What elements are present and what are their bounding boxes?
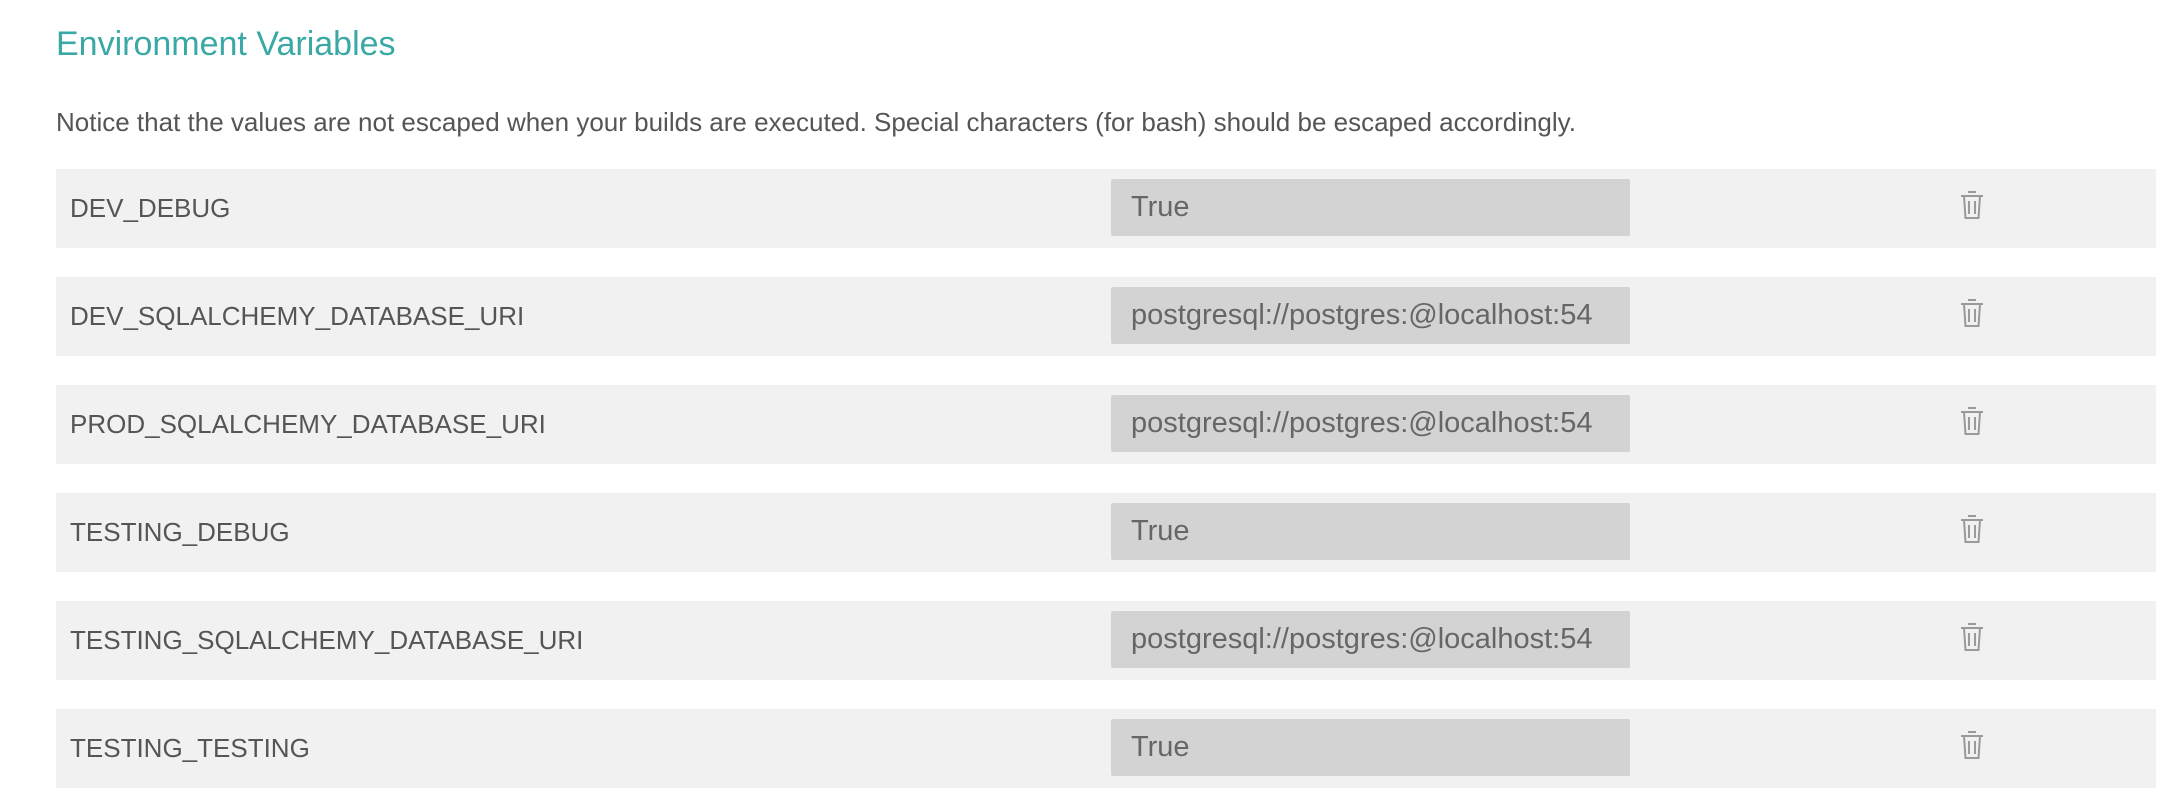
env-var-value-field[interactable]: postgresql://postgres:@localhost:54 [1111,287,1630,344]
env-var-value-field[interactable]: postgresql://postgres:@localhost:54 [1111,611,1630,668]
trash-icon [1961,191,1983,219]
env-var-name: PROD_SQLALCHEMY_DATABASE_URI [70,409,546,439]
trash-icon [1961,299,1983,327]
env-var-value-field[interactable]: postgresql://postgres:@localhost:54 [1111,395,1630,452]
environment-variables-page: Environment Variables Notice that the va… [0,0,2168,812]
trash-icon [1961,623,1983,651]
env-var-name: TESTING_DEBUG [70,517,290,547]
trash-icon [1961,515,1983,543]
escape-notice: Notice that the values are not escaped w… [56,107,1576,137]
env-var-row: TESTING_SQLALCHEMY_DATABASE_URI postgres… [56,601,2156,680]
env-var-row: DEV_SQLALCHEMY_DATABASE_URI postgresql:/… [56,277,2156,356]
env-var-name: DEV_DEBUG [70,193,231,223]
env-var-row: TESTING_DEBUG True [56,493,2156,572]
env-var-row: TESTING_TESTING True [56,709,2156,788]
env-var-list: DEV_DEBUG True DEV_SQLALCHEMY_DATABASE_U… [56,169,2156,812]
env-var-row: PROD_SQLALCHEMY_DATABASE_URI postgresql:… [56,385,2156,464]
env-var-value-field[interactable]: True [1111,179,1630,236]
delete-env-var-button[interactable] [1952,509,1992,549]
delete-env-var-button[interactable] [1952,293,1992,333]
trash-icon [1961,407,1983,435]
delete-env-var-button[interactable] [1952,617,1992,657]
delete-env-var-button[interactable] [1952,185,1992,225]
section-title: Environment Variables [56,25,396,63]
env-var-value-field[interactable]: True [1111,719,1630,776]
env-var-value-field[interactable]: True [1111,503,1630,560]
trash-icon [1961,731,1983,759]
env-var-row: DEV_DEBUG True [56,169,2156,248]
delete-env-var-button[interactable] [1952,725,1992,765]
env-var-name: TESTING_TESTING [70,733,310,763]
env-var-name: TESTING_SQLALCHEMY_DATABASE_URI [70,625,584,655]
env-var-name: DEV_SQLALCHEMY_DATABASE_URI [70,301,525,331]
delete-env-var-button[interactable] [1952,401,1992,441]
